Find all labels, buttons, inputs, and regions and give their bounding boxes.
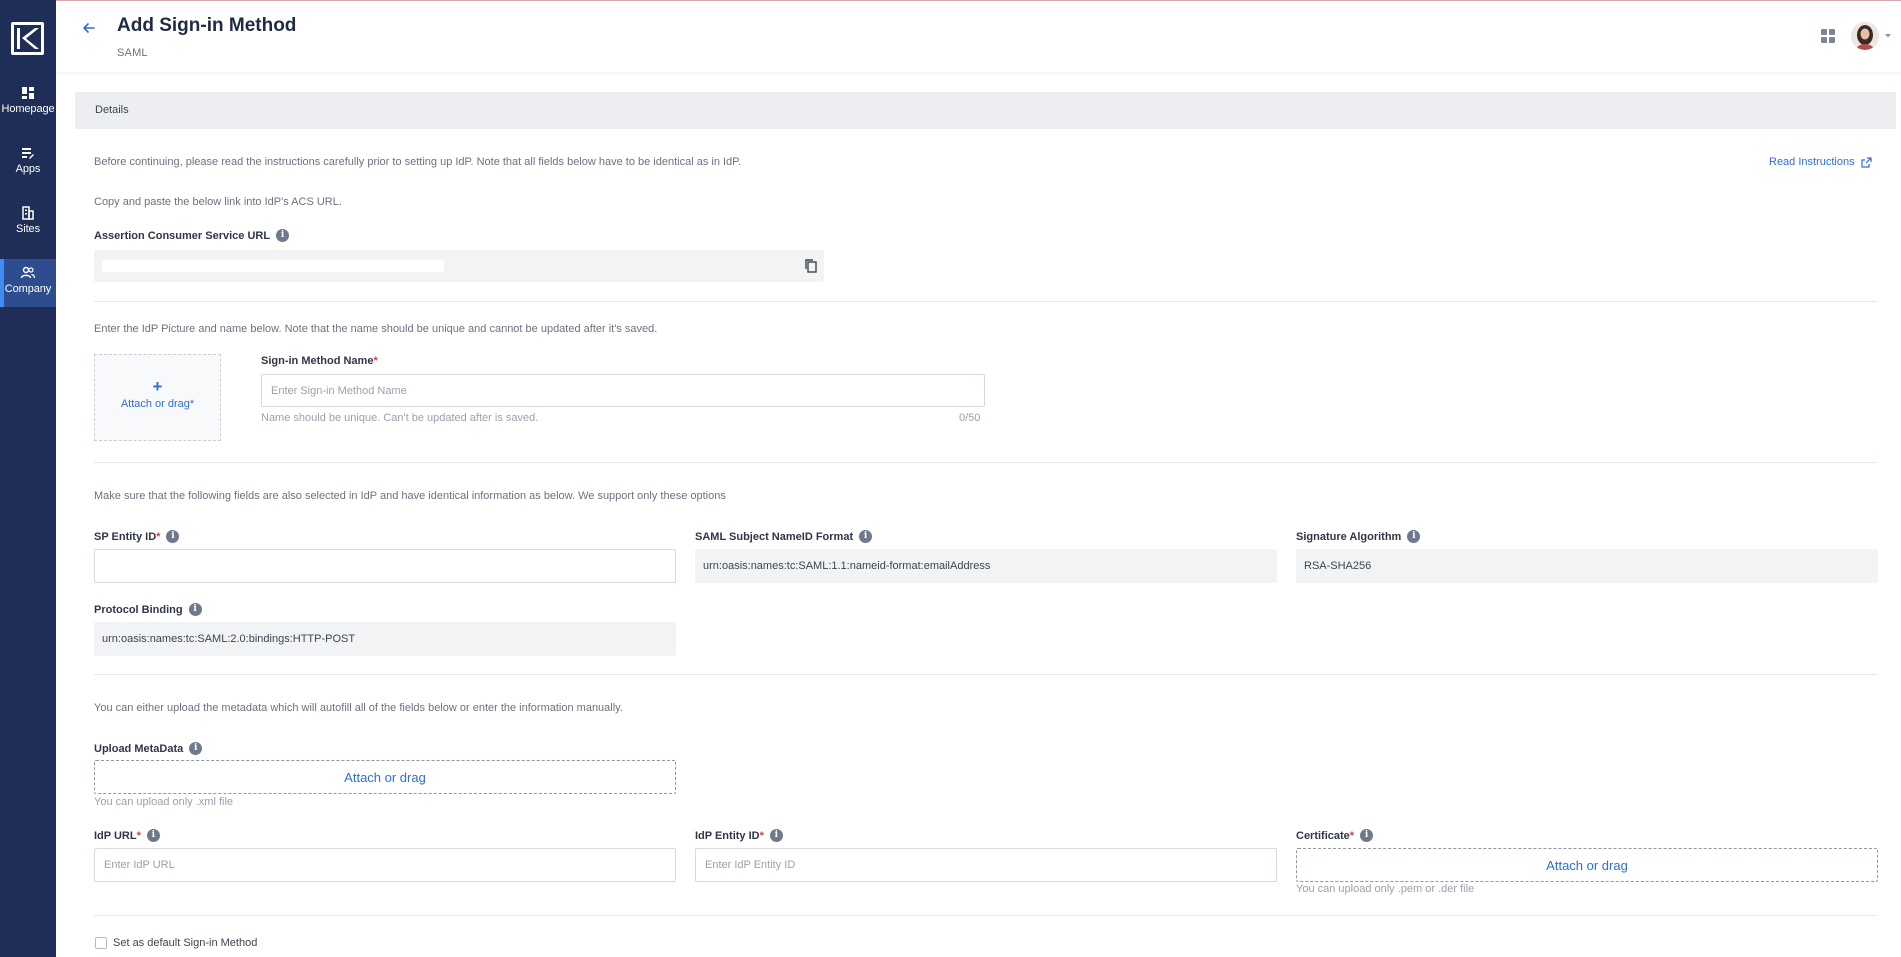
nav-label-sites: Sites — [16, 223, 40, 235]
sp-entity-id-input[interactable] — [94, 549, 676, 583]
certificate-attach-label: Attach or drag — [1546, 857, 1628, 873]
certificate-label-text: Certificate — [1296, 829, 1350, 842]
nav-label-apps: Apps — [15, 163, 41, 175]
signature-algorithm-label-text: Signature Algorithm — [1296, 530, 1402, 543]
back-arrow-icon[interactable] — [78, 17, 100, 39]
info-icon[interactable]: i — [189, 742, 203, 755]
read-instructions-label: Read Instructions — [1769, 156, 1855, 168]
idp-picture-upload[interactable]: + Attach or drag* — [94, 354, 221, 441]
dashboard-icon — [22, 87, 34, 99]
building-icon — [22, 206, 34, 220]
sign-in-method-name-counter: 0/50 — [959, 412, 981, 424]
page-subtitle: SAML — [117, 47, 148, 59]
info-icon[interactable]: i — [276, 229, 290, 242]
section-divider — [94, 674, 1877, 675]
required-marker: * — [759, 829, 764, 842]
upload-metadata-attach-label: Attach or drag — [344, 769, 426, 785]
panel-header: Details — [75, 92, 1896, 129]
idp-url-label: IdP URL * i — [94, 829, 160, 842]
section-divider — [94, 915, 1877, 916]
sp-section-text: Make sure that the following fields are … — [94, 490, 726, 502]
idp-entity-id-input[interactable] — [695, 848, 1277, 882]
sign-in-method-name-label-text: Sign-in Method Name — [261, 355, 374, 367]
default-method-label[interactable]: Set as default Sign-in Method — [113, 937, 257, 949]
app-logo[interactable] — [11, 22, 44, 55]
external-link-icon — [1861, 156, 1872, 168]
idp-picture-text: Enter the IdP Picture and name below. No… — [94, 323, 658, 335]
protocol-binding-value: urn:oasis:names:tc:SAML:2.0:bindings:HTT… — [102, 633, 356, 645]
idp-url-input[interactable] — [94, 848, 676, 882]
copy-icon[interactable] — [803, 258, 819, 274]
info-icon[interactable]: i — [769, 829, 783, 842]
upload-metadata-dropzone[interactable]: Attach or drag — [94, 760, 676, 794]
sp-entity-id-label-text: SP Entity ID — [94, 530, 157, 543]
required-marker: * — [373, 355, 378, 367]
page-header: Add Sign-in Method SAML — [56, 1, 1901, 72]
acs-url-label: Assertion Consumer Service URL i — [94, 229, 290, 242]
read-instructions-link[interactable]: Read Instructions — [1769, 156, 1872, 168]
section-divider — [94, 462, 1877, 463]
nav-label-company: Company — [4, 283, 52, 295]
sidebar: Homepage Apps Sites Company — [0, 0, 56, 957]
user-avatar[interactable] — [1851, 22, 1879, 50]
required-marker: * — [1349, 829, 1355, 842]
upload-metadata-label: Upload MetaData i — [94, 742, 203, 755]
info-icon[interactable]: i — [1407, 530, 1421, 543]
nameid-format-label-text: SAML Subject NameID Format — [695, 530, 854, 543]
intro-text: Before continuing, please read the instr… — [94, 156, 742, 168]
idp-picture-attach-label: Attach or drag* — [120, 398, 195, 410]
apps-list-icon — [22, 148, 34, 159]
nav-item-homepage[interactable]: Homepage — [0, 79, 56, 127]
signature-algorithm-label: Signature Algorithm i — [1296, 530, 1421, 543]
info-icon[interactable]: i — [146, 829, 160, 842]
required-marker: * — [156, 530, 161, 543]
sign-in-method-name-input[interactable] — [261, 374, 985, 407]
info-icon[interactable]: i — [188, 603, 202, 616]
nameid-format-value: urn:oasis:names:tc:SAML:1.1:nameid-forma… — [703, 560, 991, 572]
acs-url-redacted-value — [102, 260, 444, 272]
nav-item-company[interactable]: Company — [0, 259, 56, 307]
nav-item-sites[interactable]: Sites — [0, 199, 56, 247]
plus-icon: + — [152, 377, 163, 396]
certificate-help: You can upload only .pem or .der file — [1296, 883, 1475, 895]
upload-metadata-help: You can upload only .xml file — [94, 796, 234, 808]
info-icon[interactable]: i — [1360, 829, 1374, 842]
nav-item-apps[interactable]: Apps — [0, 139, 56, 187]
sign-in-method-name-help: Name should be unique. Can't be updated … — [261, 412, 539, 424]
signature-algorithm-field: RSA-SHA256 — [1296, 549, 1878, 583]
nameid-format-label: SAML Subject NameID Format i — [695, 530, 873, 543]
people-icon — [20, 266, 36, 279]
default-method-checkbox[interactable] — [95, 937, 107, 949]
protocol-binding-field: urn:oasis:names:tc:SAML:2.0:bindings:HTT… — [94, 622, 676, 656]
apps-grid-icon[interactable] — [1820, 28, 1836, 44]
chevron-down-icon[interactable] — [1884, 33, 1892, 39]
info-icon[interactable]: i — [166, 530, 180, 543]
nameid-format-field: urn:oasis:names:tc:SAML:1.1:nameid-forma… — [695, 549, 1277, 583]
nav-label-homepage: Homepage — [1, 103, 55, 115]
protocol-binding-label: Protocol Binding i — [94, 603, 202, 616]
required-marker: * — [136, 829, 141, 842]
signature-algorithm-value: RSA-SHA256 — [1304, 560, 1372, 572]
sp-entity-id-label: SP Entity ID * i — [94, 530, 180, 543]
acs-url-label-text: Assertion Consumer Service URL — [94, 229, 271, 242]
acs-copy-text: Copy and paste the below link into IdP's… — [94, 196, 342, 208]
idp-entity-id-label-text: IdP Entity ID — [695, 829, 760, 842]
protocol-binding-label-text: Protocol Binding — [94, 603, 183, 616]
page-title: Add Sign-in Method — [117, 15, 297, 36]
metadata-text: You can either upload the metadata which… — [94, 702, 623, 714]
upload-metadata-label-text: Upload MetaData — [94, 742, 184, 755]
section-divider — [94, 301, 1877, 302]
certificate-label: Certificate * i — [1296, 829, 1374, 842]
info-icon[interactable]: i — [859, 530, 873, 543]
idp-url-label-text: IdP URL — [94, 829, 137, 842]
details-panel: Details Before continuing, please read t… — [75, 92, 1896, 957]
acs-url-field — [94, 250, 824, 282]
certificate-dropzone[interactable]: Attach or drag — [1296, 848, 1878, 882]
sign-in-method-name-label: Sign-in Method Name * — [261, 355, 378, 367]
panel-title: Details — [95, 104, 129, 116]
idp-entity-id-label: IdP Entity ID * i — [695, 829, 783, 842]
